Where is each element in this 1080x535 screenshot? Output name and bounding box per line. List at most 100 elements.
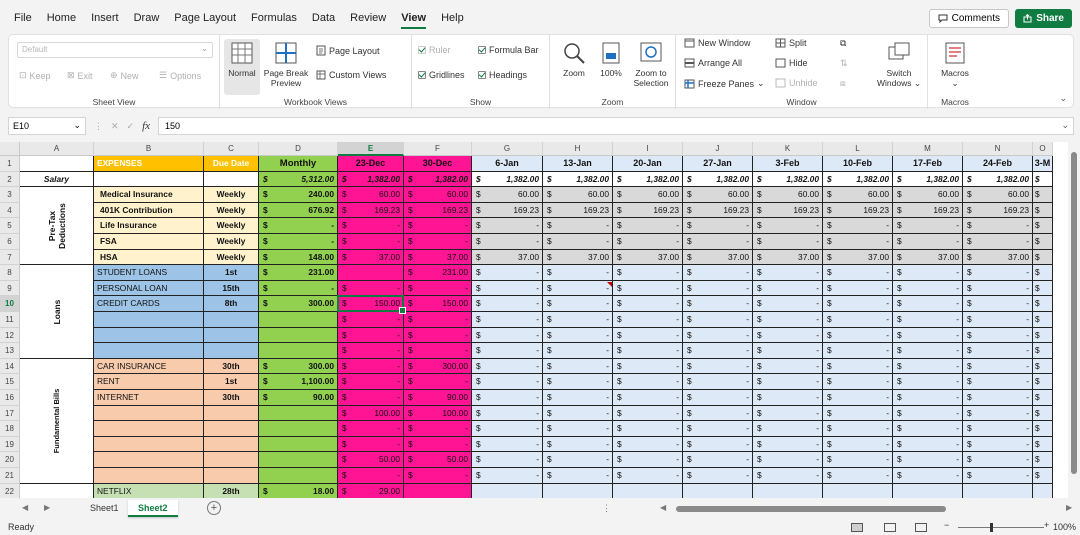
weekly-O4[interactable]: $ xyxy=(1033,202,1053,219)
monthly-21[interactable] xyxy=(259,468,338,484)
weekly-J20[interactable]: $ - xyxy=(683,452,753,468)
weekly-H21[interactable]: $ - xyxy=(543,468,613,484)
due-date-18[interactable] xyxy=(204,421,259,437)
weekly-G14[interactable]: $ - xyxy=(472,358,543,375)
due-date-17[interactable] xyxy=(204,405,259,422)
weekly-N11[interactable]: $ - xyxy=(963,312,1033,328)
weekly-N14[interactable]: $ - xyxy=(963,358,1033,375)
options-button[interactable]: ☰ Options xyxy=(159,70,201,81)
vertical-scrollbar[interactable] xyxy=(1068,142,1080,498)
header-due-date[interactable]: Due Date xyxy=(204,156,259,172)
weekly-E11[interactable]: $ - xyxy=(338,312,404,328)
weekly-O12[interactable]: $ xyxy=(1033,327,1053,344)
weekly-J18[interactable]: $ - xyxy=(683,421,753,437)
comment-indicator-icon[interactable] xyxy=(607,281,612,287)
weekly-M9[interactable]: $ - xyxy=(893,280,963,297)
monthly-17[interactable] xyxy=(259,405,338,422)
weekly-M13[interactable]: $ - xyxy=(893,343,963,359)
row-header-6[interactable]: 6 xyxy=(0,234,20,250)
weekly-H16[interactable]: $ - xyxy=(543,390,613,406)
weekly-F10[interactable]: $150.00 xyxy=(404,296,472,312)
weekly-E16[interactable]: $ - xyxy=(338,390,404,406)
weekly-J7[interactable]: $37.00 xyxy=(683,249,753,266)
weekly-I13[interactable]: $ - xyxy=(613,343,683,359)
expense-name-15[interactable]: RENT xyxy=(94,374,204,390)
row-header-21[interactable]: 21 xyxy=(0,468,20,484)
column-header-B[interactable]: B xyxy=(94,142,204,156)
header-date-6-jan[interactable]: 6-Jan xyxy=(472,156,543,172)
weekly-E8[interactable] xyxy=(338,265,404,281)
weekly-K8[interactable]: $ - xyxy=(753,265,823,281)
weekly-I4[interactable]: $169.23 xyxy=(613,202,683,219)
weekly-M16[interactable]: $ - xyxy=(893,390,963,406)
weekly-I14[interactable]: $ - xyxy=(613,358,683,375)
weekly-L21[interactable]: $ - xyxy=(823,468,893,484)
row-header-17[interactable]: 17 xyxy=(0,405,20,422)
monthly-11[interactable] xyxy=(259,312,338,328)
menu-file[interactable]: File xyxy=(14,12,32,24)
weekly-L14[interactable]: $ - xyxy=(823,358,893,375)
weekly-N9[interactable]: $ - xyxy=(963,280,1033,297)
weekly-L5[interactable]: $ - xyxy=(823,218,893,234)
weekly-F6[interactable]: $ - xyxy=(404,234,472,250)
monthly-18[interactable] xyxy=(259,421,338,437)
weekly-H11[interactable]: $ - xyxy=(543,312,613,328)
expense-name-6[interactable]: FSA xyxy=(94,234,204,250)
keep-button[interactable]: ⊡ Keep xyxy=(19,70,51,81)
menu-formulas[interactable]: Formulas xyxy=(251,12,297,24)
weekly-L4[interactable]: $169.23 xyxy=(823,202,893,219)
weekly-N22[interactable] xyxy=(963,483,1033,498)
weekly-L16[interactable]: $ - xyxy=(823,390,893,406)
weekly-E15[interactable]: $ - xyxy=(338,374,404,390)
monthly-13[interactable] xyxy=(259,343,338,359)
sync-scroll-button[interactable]: ⇅ xyxy=(840,58,848,69)
weekly-J10[interactable]: $ - xyxy=(683,296,753,312)
weekly-N21[interactable]: $ - xyxy=(963,468,1033,484)
weekly-N2[interactable]: $1,382.00 xyxy=(963,171,1033,188)
add-sheet-icon[interactable]: + xyxy=(207,501,221,515)
weekly-O14[interactable]: $ xyxy=(1033,358,1053,375)
weekly-N13[interactable]: $ - xyxy=(963,343,1033,359)
weekly-E18[interactable]: $ - xyxy=(338,421,404,437)
split-button[interactable]: Split xyxy=(775,38,807,48)
expense-name-10[interactable]: CREDIT CARDS xyxy=(94,296,204,312)
share-button[interactable]: Share xyxy=(1015,9,1072,28)
menu-page-layout[interactable]: Page Layout xyxy=(174,12,236,24)
weekly-G6[interactable]: $ - xyxy=(472,234,543,250)
page-break-status-icon[interactable] xyxy=(915,523,927,532)
weekly-F19[interactable]: $ - xyxy=(404,436,472,453)
header-date-30-dec[interactable]: 30-Dec xyxy=(404,156,472,172)
macros-button[interactable]: Macros ⌄ xyxy=(934,39,976,88)
weekly-K2[interactable]: $1,382.00 xyxy=(753,171,823,188)
menu-insert[interactable]: Insert xyxy=(91,12,119,24)
weekly-J4[interactable]: $169.23 xyxy=(683,202,753,219)
row-header-5[interactable]: 5 xyxy=(0,218,20,234)
weekly-J21[interactable]: $ - xyxy=(683,468,753,484)
weekly-K21[interactable]: $ - xyxy=(753,468,823,484)
column-header-O[interactable]: O xyxy=(1033,142,1053,156)
due-date-14[interactable]: 30th xyxy=(204,358,259,375)
header-monthly[interactable]: Monthly xyxy=(259,156,338,172)
view-side-by-side-button[interactable]: ⧉ xyxy=(840,38,846,49)
tab-sheet2[interactable]: Sheet2 xyxy=(128,500,178,517)
zoom-button[interactable]: Zoom xyxy=(558,39,590,78)
weekly-O8[interactable]: $ xyxy=(1033,265,1053,281)
header-date-24-feb[interactable]: 24-Feb xyxy=(963,156,1033,172)
weekly-H13[interactable]: $ - xyxy=(543,343,613,359)
expense-name-22[interactable]: NETFLIX xyxy=(94,483,204,498)
weekly-K16[interactable]: $ - xyxy=(753,390,823,406)
weekly-O18[interactable]: $ xyxy=(1033,421,1053,437)
weekly-E5[interactable]: $ - xyxy=(338,218,404,234)
weekly-M11[interactable]: $ - xyxy=(893,312,963,328)
row-header-9[interactable]: 9 xyxy=(0,280,20,297)
horizontal-scrollbar[interactable] xyxy=(666,506,1061,512)
headings-checkbox[interactable]: Headings xyxy=(478,70,527,80)
expense-name-18[interactable] xyxy=(94,421,204,437)
weekly-M22[interactable] xyxy=(893,483,963,498)
weekly-F15[interactable]: $ - xyxy=(404,374,472,390)
weekly-H17[interactable]: $ - xyxy=(543,405,613,422)
due-date-6[interactable]: Weekly xyxy=(204,234,259,250)
menu-help[interactable]: Help xyxy=(441,12,464,24)
header-date-3-m[interactable]: 3-M xyxy=(1033,156,1053,172)
weekly-E17[interactable]: $100.00 xyxy=(338,405,404,422)
